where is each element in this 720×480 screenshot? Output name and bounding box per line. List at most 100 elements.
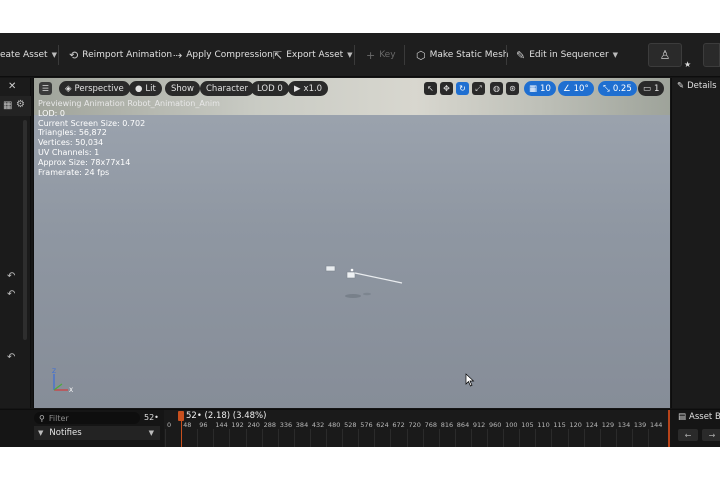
- coordinate-space-button[interactable]: ◍: [490, 82, 503, 95]
- tick-label: 110: [537, 421, 550, 429]
- animation-editor-window: eate Asset ▼ ⟲ Reimport Animation ⇢ Appl…: [0, 33, 720, 447]
- character-button[interactable]: Character: [200, 81, 254, 96]
- stats-line: Framerate: 24 fps: [38, 167, 110, 177]
- robot-skeleton-preview[interactable]: [319, 258, 419, 308]
- reset-icon[interactable]: ↶: [7, 352, 15, 363]
- filter-placeholder: Filter: [48, 413, 69, 423]
- details-label: Details: [687, 81, 717, 91]
- sequencer-icon: ✎: [516, 48, 526, 62]
- star-icon[interactable]: ★: [684, 60, 691, 69]
- viewport-toolbar: ☰ ◈ Perspective ● Lit Show Character LOD…: [34, 78, 670, 98]
- toolbar-divider: [404, 45, 405, 65]
- gear-icon[interactable]: ⚙: [16, 99, 25, 110]
- notifies-track[interactable]: ▼ Notifies ▼: [34, 426, 160, 440]
- x-axis-icon: X: [69, 387, 73, 394]
- tick-line: [599, 429, 601, 447]
- make-static-mesh-button[interactable]: ⬡ Make Static Mesh: [416, 45, 508, 65]
- viewport-menu-button[interactable]: ☰: [39, 82, 52, 95]
- close-icon[interactable]: ✕: [8, 81, 16, 92]
- tick-label: 115: [553, 421, 566, 429]
- scale-snap-value: 0.25: [612, 83, 632, 94]
- asset-tab-button[interactable]: [703, 43, 720, 67]
- tick-label: 480: [328, 421, 341, 429]
- rotate-tool-button[interactable]: ↻: [456, 82, 469, 95]
- tick-label: 912: [472, 421, 486, 429]
- reimport-icon: ⟲: [69, 48, 79, 62]
- details-tab[interactable]: ✎ Details: [672, 78, 720, 94]
- tick-label: 384: [295, 421, 309, 429]
- lit-icon: ●: [135, 83, 143, 94]
- apply-compression-button[interactable]: ⇢ Apply Compression: [173, 45, 273, 65]
- tick-line: [213, 429, 215, 447]
- export-asset-button[interactable]: ⇱ Export Asset ▼: [273, 45, 353, 65]
- tick-label: 100: [505, 421, 518, 429]
- y-axis-line: [53, 383, 63, 391]
- robot-arm-bone: [354, 272, 403, 284]
- table-icon[interactable]: ▦: [3, 100, 12, 111]
- tick-line: [615, 429, 617, 447]
- person-icon: ♙: [659, 48, 671, 62]
- mouse-cursor-icon: [465, 373, 475, 387]
- scale-snap-button[interactable]: ⤡ 0.25: [598, 81, 637, 96]
- reimport-animation-button[interactable]: ⟲ Reimport Animation: [69, 45, 172, 65]
- toolbar-divider: [506, 45, 507, 65]
- lit-button[interactable]: ● Lit: [129, 81, 162, 96]
- perspective-button[interactable]: ◈ Perspective: [59, 81, 130, 96]
- lod-button[interactable]: LOD 0: [251, 81, 289, 96]
- tick-line: [406, 429, 408, 447]
- camera-speed-button[interactable]: ▭ 1: [638, 81, 665, 96]
- forward-button[interactable]: →: [702, 429, 720, 441]
- key-button[interactable]: + Key: [366, 45, 396, 65]
- chevron-down-icon: ▼: [38, 429, 44, 437]
- surface-snap-button[interactable]: ⊛: [506, 82, 519, 95]
- tick-label: 120: [569, 421, 582, 429]
- preview-viewport[interactable]: ☰ ◈ Perspective ● Lit Show Character LOD…: [33, 78, 670, 408]
- details-panel: ✎ Details: [671, 78, 720, 408]
- chevron-down-icon: ▼: [51, 51, 57, 59]
- skeleton-asset-button[interactable]: ♙: [648, 43, 682, 67]
- lod-label: LOD 0: [257, 83, 283, 94]
- translate-tool-button[interactable]: ✥: [440, 82, 453, 95]
- filter-input[interactable]: ⚲ Filter: [34, 412, 140, 424]
- export-asset-label: Export Asset: [286, 50, 344, 60]
- show-label: Show: [171, 83, 194, 94]
- tick-label: 144: [650, 421, 663, 429]
- arrow-right-icon: →: [708, 430, 716, 440]
- tick-line: [519, 429, 521, 447]
- tick-label: 124: [585, 421, 599, 429]
- edit-in-sequencer-label: Edit in Sequencer: [529, 50, 609, 60]
- move-icon: ✥: [443, 84, 450, 93]
- play-rate-button[interactable]: ▶ x1.0: [288, 81, 329, 96]
- character-label: Character: [206, 83, 248, 94]
- scale-tool-button[interactable]: ⤢: [472, 82, 485, 95]
- asset-browser-tab[interactable]: ▤ Asset Br ← →: [672, 412, 720, 447]
- stats-line: UV Channels: 1: [38, 147, 100, 157]
- rotation-snap-button[interactable]: ∠ 10°: [558, 81, 594, 96]
- tick-label: 864: [456, 421, 470, 429]
- back-button[interactable]: ←: [678, 429, 698, 441]
- reset-icon[interactable]: ↶: [7, 271, 15, 282]
- make-static-mesh-label: Make Static Mesh: [429, 50, 509, 60]
- stats-line: Approx Size: 78x77x14: [38, 157, 131, 167]
- key-label: Key: [379, 50, 396, 60]
- show-button[interactable]: Show: [165, 81, 200, 96]
- left-panel-scrollbar[interactable]: [23, 120, 27, 340]
- tick-line: [422, 429, 424, 447]
- tick-line: [503, 429, 505, 447]
- create-asset-button[interactable]: eate Asset ▼: [0, 45, 57, 65]
- tick-line: [277, 429, 279, 447]
- current-frame-readout: 52•: [144, 413, 159, 422]
- left-panel-header: ▦ ⚙: [0, 96, 31, 116]
- tick-label: 288: [263, 421, 277, 429]
- edit-in-sequencer-button[interactable]: ✎ Edit in Sequencer ▼: [516, 45, 618, 65]
- select-tool-button[interactable]: ↖: [424, 82, 437, 95]
- time-ruler[interactable]: 0 48 96 144 192 240 288 336 384 432 480 528 576 624 67…: [164, 421, 670, 447]
- reset-icon[interactable]: ↶: [7, 289, 15, 300]
- timeline[interactable]: 52• (2.18) (3.48%) 0 48 96 144 192 240 288 336 3…: [164, 410, 670, 447]
- arrow-left-icon: ←: [684, 430, 692, 440]
- playhead-handle[interactable]: [178, 411, 184, 421]
- robot-shadow: [363, 292, 371, 296]
- tick-label: 144: [215, 421, 228, 429]
- robot-head-mesh: [325, 265, 336, 272]
- grid-snap-button[interactable]: ▦ 10: [524, 81, 556, 96]
